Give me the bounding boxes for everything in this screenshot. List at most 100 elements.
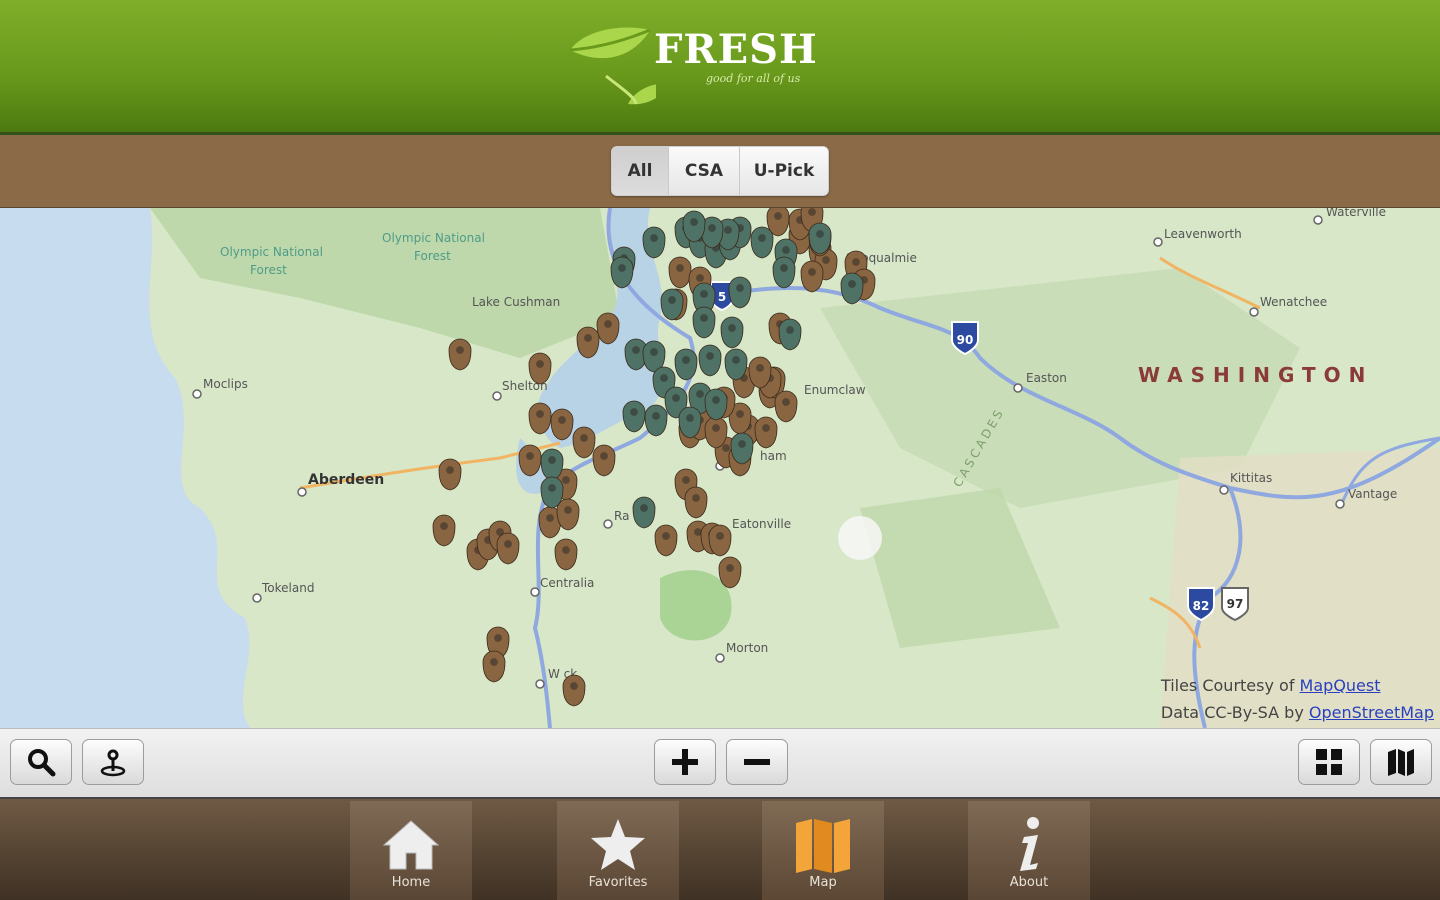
- logo-tagline: good for all of us: [706, 72, 801, 85]
- farm-marker[interactable]: [576, 326, 600, 359]
- farm-marker[interactable]: [754, 416, 778, 449]
- farm-marker[interactable]: [596, 312, 620, 345]
- app-header: FRESH good for all of us: [0, 0, 1440, 135]
- svg-text:5: 5: [718, 290, 726, 304]
- csa-marker[interactable]: [642, 226, 666, 259]
- farm-marker[interactable]: [550, 408, 574, 441]
- farm-marker[interactable]: [774, 390, 798, 423]
- map-label-buckley: ham: [760, 449, 787, 463]
- svg-text:82: 82: [1193, 599, 1210, 613]
- map-label-washington: WASHINGTON: [1138, 363, 1373, 387]
- farm-marker[interactable]: [496, 532, 520, 565]
- farm-marker[interactable]: [668, 256, 692, 289]
- csa-marker[interactable]: [772, 256, 796, 289]
- csa-marker[interactable]: [704, 388, 728, 421]
- search-button[interactable]: [10, 739, 72, 785]
- filter-all-button[interactable]: All: [612, 147, 669, 195]
- locate-icon: [100, 749, 126, 777]
- csa-marker[interactable]: [728, 276, 752, 309]
- csa-marker[interactable]: [750, 226, 774, 259]
- leaf-icon: [569, 27, 668, 105]
- map-label-kittitas: Kittitas: [1230, 471, 1272, 485]
- farm-marker[interactable]: [528, 352, 552, 385]
- farm-marker[interactable]: [554, 538, 578, 571]
- farm-marker[interactable]: [708, 524, 732, 557]
- farm-marker[interactable]: [718, 556, 742, 589]
- farm-marker[interactable]: [800, 260, 824, 293]
- farm-marker[interactable]: [518, 444, 542, 477]
- map-attribution: Tiles Courtesy of MapQuest Data CC-By-SA…: [1161, 672, 1434, 726]
- map-label-waterville: Waterville: [1326, 208, 1386, 219]
- csa-marker[interactable]: [778, 318, 802, 351]
- map-label-enumclaw: Enumclaw: [804, 383, 866, 397]
- zoom-in-icon: [672, 749, 698, 775]
- csa-marker[interactable]: [632, 496, 656, 529]
- csa-marker[interactable]: [610, 256, 634, 289]
- map-label-olympic-2: Olympic National: [382, 231, 485, 245]
- tab-favorites-label: Favorites: [588, 875, 648, 890]
- csa-marker[interactable]: [540, 448, 564, 481]
- svg-text:90: 90: [957, 333, 974, 347]
- grid-icon: [1316, 749, 1342, 775]
- csa-marker[interactable]: [698, 344, 722, 377]
- tab-about-label: About: [1009, 875, 1049, 890]
- csa-marker[interactable]: [622, 400, 646, 433]
- svg-text:97: 97: [1227, 597, 1244, 611]
- filter-csa-button[interactable]: CSA: [669, 147, 740, 195]
- tab-favorites[interactable]: Favorites: [557, 801, 679, 900]
- farm-marker[interactable]: [562, 674, 586, 707]
- map-icon: [1388, 749, 1414, 776]
- tab-home-label: Home: [391, 875, 431, 890]
- farm-marker[interactable]: [592, 444, 616, 477]
- star-icon: [591, 819, 645, 870]
- csa-marker[interactable]: [724, 348, 748, 381]
- map-label-wenatchee: Wenatchee: [1260, 295, 1327, 309]
- map-canvas[interactable]: Olympic National Forest Olympic National…: [0, 208, 1440, 728]
- filter-upick-button[interactable]: U-Pick: [740, 147, 828, 195]
- locate-button[interactable]: [82, 739, 144, 785]
- map-label-cushman: Lake Cushman: [472, 295, 560, 309]
- farm-marker[interactable]: [482, 650, 506, 683]
- csa-marker[interactable]: [660, 288, 684, 321]
- zoom-in-button[interactable]: [654, 739, 716, 785]
- map-label-centralia: Centralia: [540, 576, 594, 590]
- farm-marker[interactable]: [572, 426, 596, 459]
- farm-marker[interactable]: [448, 338, 472, 371]
- csa-marker[interactable]: [720, 316, 744, 349]
- bottom-tab-bar: Home Favorites Map About: [0, 799, 1440, 900]
- zoom-out-icon: [744, 759, 770, 765]
- csa-marker[interactable]: [840, 272, 864, 305]
- us97-shield: 97: [1221, 587, 1249, 622]
- tab-home[interactable]: Home: [350, 801, 472, 900]
- map-view-button[interactable]: [1370, 739, 1432, 785]
- csa-marker[interactable]: [682, 210, 706, 243]
- tab-about[interactable]: About: [968, 801, 1090, 900]
- zoom-out-button[interactable]: [726, 739, 788, 785]
- map-label-leavenworth: Leavenworth: [1164, 227, 1242, 241]
- csa-marker[interactable]: [808, 222, 832, 255]
- tab-map-label: Map: [809, 875, 837, 890]
- csa-marker[interactable]: [692, 306, 716, 339]
- farm-marker[interactable]: [528, 402, 552, 435]
- farm-marker[interactable]: [704, 416, 728, 449]
- csa-marker[interactable]: [678, 406, 702, 439]
- csa-marker[interactable]: [730, 432, 754, 465]
- farm-marker[interactable]: [748, 356, 772, 389]
- farm-marker[interactable]: [432, 514, 456, 547]
- csa-marker[interactable]: [540, 476, 564, 509]
- openstreetmap-link[interactable]: OpenStreetMap: [1309, 703, 1434, 722]
- map-label-moclips: Moclips: [203, 377, 248, 391]
- grid-view-button[interactable]: [1298, 739, 1360, 785]
- mapquest-link[interactable]: MapQuest: [1300, 676, 1381, 695]
- csa-marker[interactable]: [644, 404, 668, 437]
- map-view[interactable]: Olympic National Forest Olympic National…: [0, 208, 1440, 728]
- logo-title: FRESH: [654, 26, 818, 73]
- csa-marker[interactable]: [674, 348, 698, 381]
- attribution-data-text: Data CC-By-SA by: [1160, 703, 1309, 722]
- farm-marker[interactable]: [684, 486, 708, 519]
- attribution-tiles-text: Tiles Courtesy of: [1160, 676, 1300, 695]
- farm-marker[interactable]: [654, 524, 678, 557]
- farm-marker[interactable]: [556, 498, 580, 531]
- tab-map[interactable]: Map: [762, 801, 884, 900]
- farm-marker[interactable]: [438, 458, 462, 491]
